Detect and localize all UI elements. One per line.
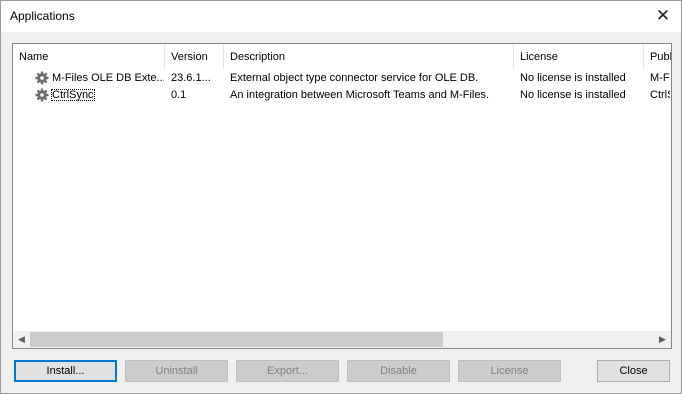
applications-list[interactable]: Name Version Description License Publ M-… [12,43,672,349]
list-item[interactable]: M-Files OLE DB Exte... 23.6.1... Externa… [13,70,671,87]
list-header: Name Version Description License Publ [13,44,671,69]
app-name: CtrlSync [51,87,163,104]
scroll-left-icon[interactable]: ◀ [13,331,30,348]
column-header-version[interactable]: Version [165,44,224,69]
install-button[interactable]: Install... [14,360,117,382]
window-title: Applications [10,9,75,23]
app-license: No license is installed [520,72,626,84]
horizontal-scrollbar[interactable]: ◀ ▶ [13,331,671,348]
title-bar: Applications ✕ [1,1,681,32]
close-button[interactable]: Close [597,360,670,382]
app-license: No license is installed [520,89,626,101]
export-button[interactable]: Export... [236,360,339,382]
scrollbar-thumb[interactable] [30,332,443,347]
app-name-focused: CtrlSync [51,89,95,101]
license-button[interactable]: License [458,360,561,382]
close-icon[interactable]: ✕ [651,4,675,28]
applications-dialog: Applications ✕ Name Version Description … [0,0,682,394]
app-publisher: M-Fil [650,72,670,84]
disable-button[interactable]: Disable [347,360,450,382]
column-header-publisher[interactable]: Publ [644,44,671,69]
app-version: 0.1 [171,89,187,101]
scroll-right-icon[interactable]: ▶ [654,331,671,348]
app-version: 23.6.1... [171,72,211,84]
column-header-name[interactable]: Name [13,44,165,69]
column-header-description[interactable]: Description [224,44,514,69]
column-header-license[interactable]: License [514,44,644,69]
uninstall-button[interactable]: Uninstall [125,360,228,382]
app-description: External object type connector service f… [230,72,479,84]
app-description: An integration between Microsoft Teams a… [230,89,490,101]
list-item[interactable]: CtrlSync 0.1 An integration between Micr… [13,87,671,104]
app-name: M-Files OLE DB Exte... [52,72,164,84]
app-publisher: CtrlS [650,89,670,101]
gear-icon [35,71,49,85]
gear-icon [35,88,49,102]
